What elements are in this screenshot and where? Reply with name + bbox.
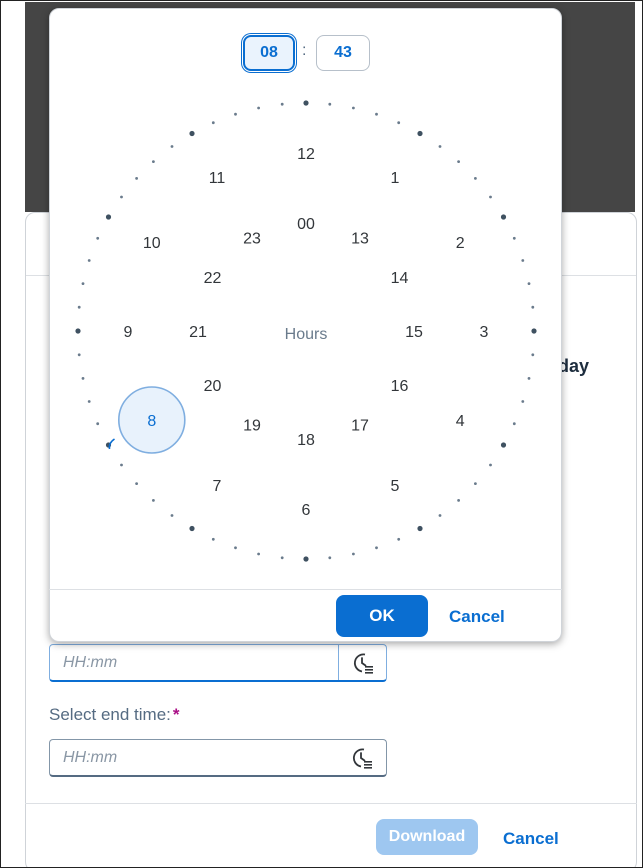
time-entry-icon[interactable] xyxy=(338,740,386,775)
time-entry-icon[interactable] xyxy=(338,645,386,680)
hours-segment-button[interactable]: 08 xyxy=(243,35,295,71)
start-time-placeholder: HH:mm xyxy=(63,654,118,671)
end-time-placeholder: HH:mm xyxy=(63,749,118,766)
picker-cancel-button[interactable]: Cancel xyxy=(449,607,505,627)
dialog-footer-divider xyxy=(25,803,637,804)
end-time-input[interactable]: HH:mm xyxy=(49,739,387,777)
dialog-partial-text: day xyxy=(558,356,590,376)
page-background xyxy=(2,2,25,867)
screen-frame: day HH:mm Select end time: * HH:mm Downl… xyxy=(0,0,643,868)
end-time-label-text: Select end time: xyxy=(49,705,171,724)
time-separator: : xyxy=(302,42,307,59)
ok-button[interactable]: OK xyxy=(336,595,428,637)
minutes-segment-button[interactable]: 43 xyxy=(316,35,370,71)
start-time-input[interactable]: HH:mm xyxy=(49,644,387,682)
download-button[interactable]: Download xyxy=(376,819,478,855)
time-picker-popover xyxy=(49,8,562,642)
dialog-cancel-button[interactable]: Cancel xyxy=(503,829,559,849)
required-marker: * xyxy=(172,705,180,724)
end-time-label: Select end time: * xyxy=(49,705,180,725)
picker-footer-divider xyxy=(49,589,562,590)
